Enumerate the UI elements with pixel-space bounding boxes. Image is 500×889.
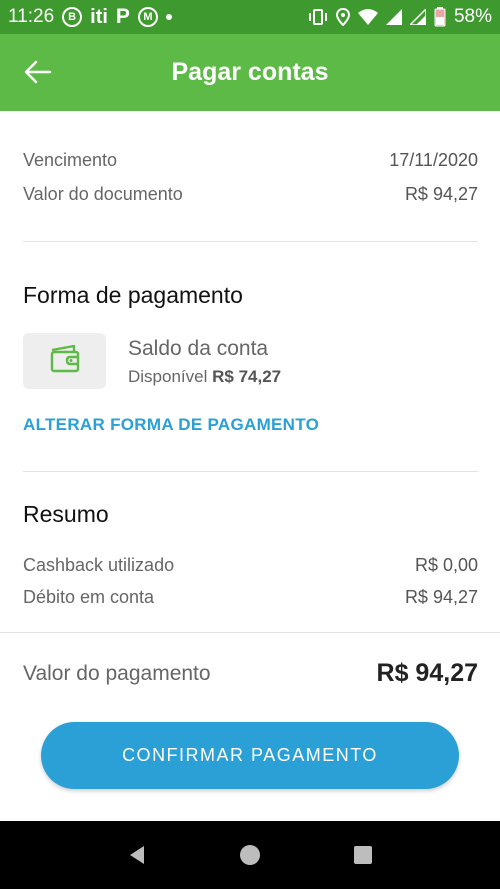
available-value: R$ 74,27	[212, 367, 282, 386]
payment-total-label: Valor do pagamento	[23, 661, 211, 685]
wifi-icon	[357, 7, 378, 27]
payment-method-name: Saldo da conta	[128, 337, 269, 360]
divider	[0, 632, 500, 633]
notification-dot-icon	[165, 14, 172, 20]
system-nav-bar	[0, 821, 500, 889]
battery-icon	[434, 7, 446, 27]
status-left: 11:26 B iti P M	[8, 5, 172, 29]
divider	[23, 471, 478, 472]
due-date-row: Vencimento 17/11/2020	[23, 150, 478, 171]
back-arrow-icon[interactable]	[22, 56, 54, 88]
debit-row: Débito em conta R$ 94,27	[23, 587, 478, 608]
debit-value: R$ 94,27	[404, 587, 478, 607]
p-app-icon: P	[115, 5, 130, 28]
available-balance: Disponível R$ 74,27	[128, 367, 281, 387]
b-app-icon: B	[62, 7, 83, 27]
available-label: Disponível	[128, 367, 208, 386]
payment-total-row: Valor do pagamento R$ 94,27	[23, 659, 478, 688]
nav-recents-icon[interactable]	[343, 835, 383, 875]
nav-back-icon[interactable]	[117, 835, 157, 875]
iti-app-icon: iti	[90, 5, 108, 28]
page-title: Pagar contas	[171, 58, 329, 86]
app-bar: Pagar contas	[0, 34, 500, 111]
status-bar: 11:26 B iti P M 58%	[0, 0, 500, 34]
status-right: 58%	[308, 6, 492, 28]
payment-total-value: R$ 94,27	[376, 659, 478, 687]
status-time: 11:26	[8, 6, 55, 27]
cashback-value: R$ 0,00	[414, 555, 478, 575]
location-icon	[335, 7, 350, 27]
battery-percent: 58%	[453, 6, 492, 27]
change-payment-method-link[interactable]: ALTERAR FORMA DE PAGAMENTO	[23, 415, 319, 435]
document-value-label: Valor do documento	[23, 184, 183, 204]
due-date-label: Vencimento	[23, 150, 118, 170]
signal-secondary-icon	[409, 7, 426, 27]
signal-icon	[385, 7, 402, 27]
summary-title: Resumo	[23, 501, 109, 527]
due-date-value: 17/11/2020	[389, 150, 478, 170]
payment-method-title: Forma de pagamento	[23, 282, 243, 308]
divider	[23, 241, 478, 242]
confirm-payment-button[interactable]: CONFIRMAR PAGAMENTO	[41, 722, 459, 789]
wallet-icon	[48, 344, 82, 379]
vibrate-icon	[308, 7, 328, 27]
debit-label: Débito em conta	[23, 587, 155, 607]
document-value-amount: R$ 94,27	[404, 184, 478, 204]
nav-home-icon[interactable]	[230, 835, 270, 875]
payment-method-icon-box[interactable]	[23, 333, 106, 389]
m-app-icon: M	[137, 7, 158, 27]
cashback-label: Cashback utilizado	[23, 555, 175, 575]
cashback-row: Cashback utilizado R$ 0,00	[23, 555, 478, 576]
document-value-row: Valor do documento R$ 94,27	[23, 184, 478, 205]
